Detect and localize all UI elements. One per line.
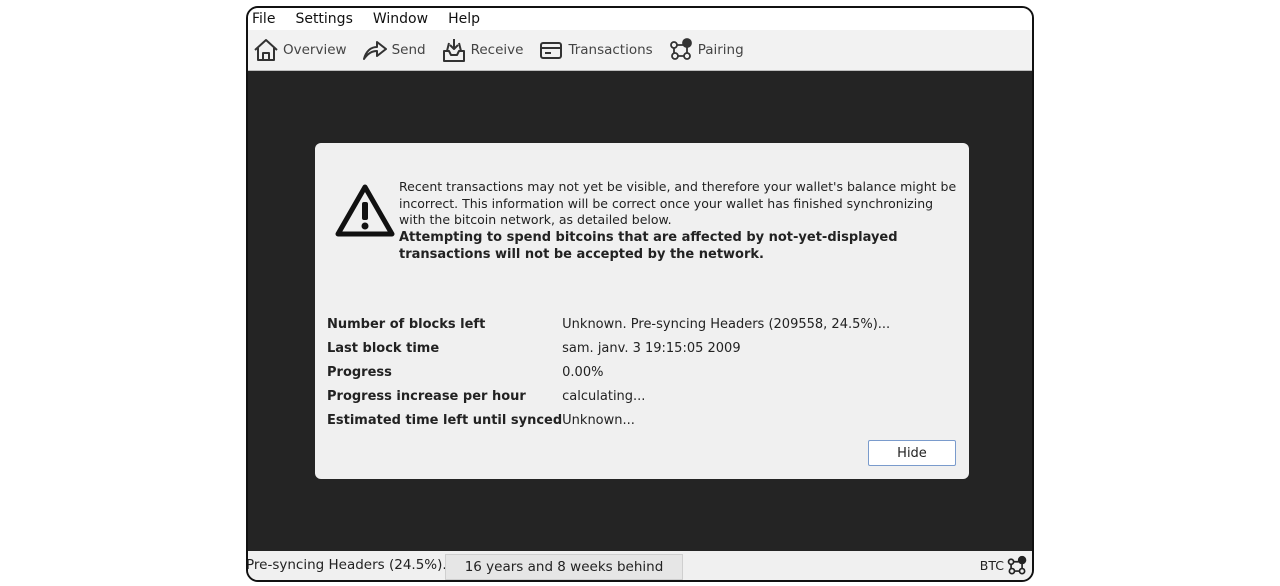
status-bar: Pre-syncing Headers (24.5%)... 16 years … [248, 551, 1032, 580]
send-button[interactable]: Send [357, 30, 436, 70]
warning-triangle-icon [334, 183, 396, 239]
card-icon [537, 36, 565, 64]
pairing-icon [667, 36, 695, 64]
menu-window[interactable]: Window [363, 8, 438, 30]
send-arrow-icon [361, 36, 389, 64]
pairing-label: Pairing [697, 42, 744, 58]
time-left-value: Unknown... [562, 412, 635, 428]
menu-bar: File Settings Window Help [248, 8, 1032, 30]
progress-per-hour-label: Progress increase per hour [327, 388, 526, 404]
receive-icon [440, 36, 468, 64]
blocks-left-label: Number of blocks left [327, 316, 486, 332]
menu-settings[interactable]: Settings [285, 8, 362, 30]
progress-label: Progress [327, 364, 392, 380]
transactions-button[interactable]: Transactions [533, 30, 662, 70]
toolbar: Overview Send Receive Transactions Pairi… [248, 30, 1032, 71]
sync-status-label: Pre-syncing Headers (24.5%)... [246, 557, 456, 573]
unit-selector[interactable]: BTC [980, 551, 1028, 580]
table-row: Progress increase per hour calculating..… [327, 384, 890, 408]
last-block-time-label: Last block time [327, 340, 440, 356]
pairing-button[interactable]: Pairing [663, 30, 754, 70]
receive-button[interactable]: Receive [436, 30, 534, 70]
progress-value: 0.00% [562, 364, 604, 380]
menu-help[interactable]: Help [438, 8, 490, 30]
time-left-label: Estimated time left until synced [327, 412, 563, 428]
hide-button[interactable]: Hide [868, 440, 956, 466]
home-icon [252, 36, 280, 64]
table-row: Estimated time left until synced Unknown… [327, 408, 890, 432]
progress-per-hour-value: calculating... [562, 388, 646, 404]
transactions-label: Transactions [568, 42, 653, 58]
overview-label: Overview [283, 42, 347, 58]
last-block-time-value: sam. janv. 3 19:15:05 2009 [562, 340, 741, 356]
blocks-left-value: Unknown. Pre-syncing Headers (209558, 24… [562, 316, 891, 332]
table-row: Progress 0.00% [327, 360, 890, 384]
app-window: File Settings Window Help Overview Send [246, 6, 1034, 582]
sync-progress-bar: 16 years and 8 weeks behind [445, 554, 683, 580]
menu-file[interactable]: File [248, 8, 285, 30]
warning-bold-text: Attempting to spend bitcoins that are af… [399, 229, 898, 263]
pairing-icon [1004, 555, 1028, 577]
receive-label: Receive [470, 42, 524, 58]
unit-label: BTC [979, 558, 1004, 573]
table-row: Last block time sam. janv. 3 19:15:05 20… [327, 336, 890, 360]
overview-button[interactable]: Overview [248, 30, 357, 70]
warning-message: Recent transactions may not yet be visib… [399, 179, 959, 264]
sync-info-table: Number of blocks left Unknown. Pre-synci… [327, 312, 890, 432]
warning-text: Recent transactions may not yet be visib… [399, 179, 957, 227]
send-label: Send [391, 42, 426, 58]
main-content: Recent transactions may not yet be visib… [248, 71, 1032, 551]
sync-overlay: Recent transactions may not yet be visib… [315, 143, 969, 479]
table-row: Number of blocks left Unknown. Pre-synci… [327, 312, 890, 336]
behind-label: 16 years and 8 weeks behind [464, 559, 664, 575]
